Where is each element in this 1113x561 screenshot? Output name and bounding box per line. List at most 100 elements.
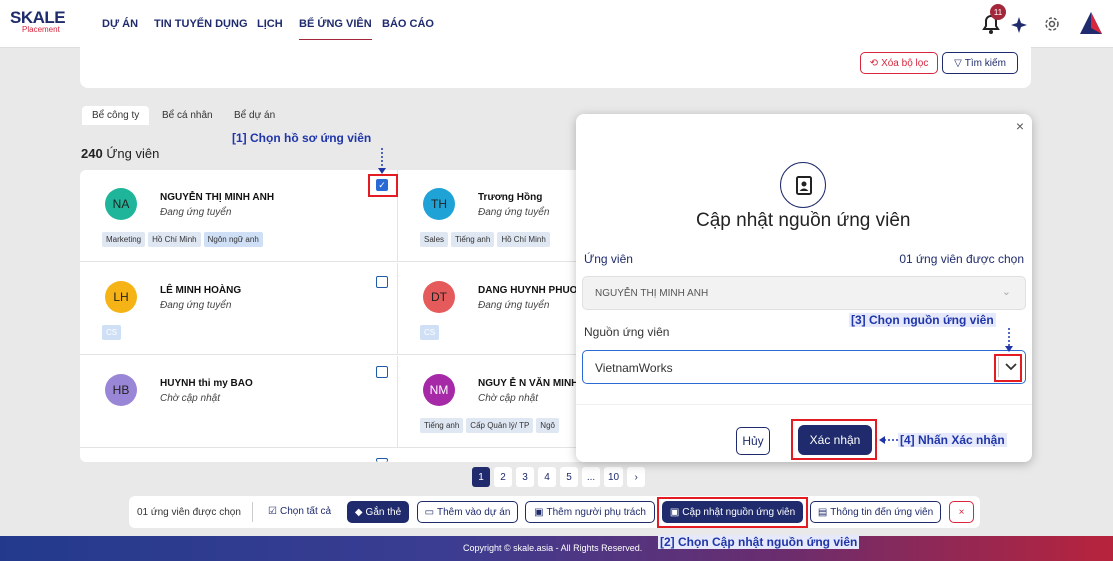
tag-list: Sales Tiếng anh Hồ Chí Minh — [420, 232, 550, 247]
page-4[interactable]: 4 — [538, 467, 556, 487]
chevron-down-icon: ⌄ — [1001, 286, 1011, 298]
annotation-step4: [4] Nhấn Xác nhận — [898, 433, 1007, 447]
annotation-arrow-step1 — [378, 148, 386, 174]
candidate-status: Đang ứng tuyển — [160, 300, 232, 311]
selected-count-text: 01 ứng viên được chọn — [137, 507, 241, 518]
source-select[interactable]: VietnamWorks — [582, 350, 1026, 384]
candidate-checkbox[interactable] — [376, 458, 388, 462]
candidate-info-label: Thông tin đến ứng viên — [830, 506, 934, 518]
update-source-modal: × Cập nhật nguồn ứng viên Ứng viên 01 ứn… — [576, 114, 1032, 462]
nav-tin-tuyen-dung[interactable]: TIN TUYỂN DỤNG — [154, 18, 248, 30]
avatar: HB — [105, 374, 137, 406]
close-icon[interactable]: × — [1016, 118, 1024, 134]
candidate-status: Đang ứng tuyển — [478, 300, 550, 311]
annotation-step3: [3] Chọn nguồn ứng viên — [849, 313, 996, 327]
pagination: 1 2 3 4 5 ... 10 › — [472, 467, 646, 487]
tab-be-cong-ty[interactable]: Bể công ty — [82, 106, 150, 125]
annotation-step1: [1] Chọn hồ sơ ứng viên — [232, 131, 372, 145]
nav-be-ung-vien[interactable]: BỂ ỨNG VIÊN — [299, 18, 372, 41]
candidate-card[interactable]: HB HUYNH thi my BAO Chờ cập nhật — [80, 356, 398, 448]
next-page-button[interactable]: › — [627, 467, 646, 487]
add-to-project-button[interactable]: ▭ Thêm vào dự án — [417, 501, 518, 523]
candidate-card[interactable]: NM NGUY Ễ N VĂN MINH Chờ cập nhật Tiếng … — [398, 356, 578, 448]
filter-icon: ▽ — [954, 57, 962, 69]
page-5[interactable]: 5 — [560, 467, 578, 487]
candidate-name: NGUY Ễ N VĂN MINH — [478, 378, 579, 389]
candidate-name: HUYNH thi my BAO — [160, 378, 253, 389]
cancel-button[interactable]: Hủy — [736, 427, 770, 455]
tab-be-ca-nhan[interactable]: Bể cá nhân — [162, 110, 213, 121]
tag: Cấp Quản lý/ TP — [466, 418, 534, 433]
candidate-status: Chờ cập nhật — [478, 393, 538, 404]
avatar: NA — [105, 188, 137, 220]
highlight-box-step2 — [657, 497, 808, 528]
clear-filter-button[interactable]: ⟲ Xóa bộ lọc — [860, 52, 938, 74]
tag: Tiếng anh — [420, 418, 464, 433]
annotation-arrow-step3 — [1005, 328, 1013, 352]
candidate-card[interactable]: DT DANG HUYNH PHUOM Đang ứng tuyển CS — [398, 263, 586, 355]
candidate-select-value: NGUYỄN THỊ MINH ANH — [595, 288, 709, 299]
divider — [252, 502, 253, 522]
nav-bao-cao[interactable]: BÁO CÁO — [382, 18, 434, 30]
close-actionbar-button[interactable]: × — [949, 501, 974, 523]
person-icon: ▣ — [534, 506, 544, 518]
candidate-select: NGUYỄN THỊ MINH ANH ⌄ — [582, 276, 1026, 310]
select-all-label: Chọn tất cả — [279, 506, 332, 517]
candidate-name: Trương Hồng — [478, 192, 543, 203]
tag: Hồ Chí Minh — [497, 232, 550, 247]
tag: Marketing — [102, 232, 146, 247]
nav-lich[interactable]: LỊCH — [257, 18, 283, 30]
tag: Ngôn ngữ anh — [203, 232, 263, 247]
skale-logo[interactable]: SKALE Placement — [10, 8, 70, 40]
tag-list: Tiếng anh Cấp Quản lý/ TP Ngô — [420, 418, 559, 433]
tab-be-du-an[interactable]: Bể dự án — [234, 110, 275, 121]
add-owner-button[interactable]: ▣ Thêm người phụ trách — [525, 501, 655, 523]
candidate-name: NGUYỄN THỊ MINH ANH — [160, 192, 275, 203]
annotation-step2: [2] Chọn Cập nhật nguồn ứng viên — [658, 535, 860, 549]
add-to-project-label: Thêm vào dự án — [437, 506, 511, 518]
copyright-text: Copyright © skale.asia - All Rights Rese… — [463, 543, 643, 553]
candidate-card[interactable]: LH LÊ MINH HOÀNG Đang ứng tuyển CS — [80, 263, 398, 355]
tag: Hồ Chí Minh — [148, 232, 201, 247]
nav-du-an[interactable]: DỰ ÁN — [102, 18, 138, 30]
candidate-card[interactable]: TH Trương Hồng Đang ứng tuyển Sales Tiến… — [398, 170, 578, 262]
highlight-box-step1 — [368, 174, 398, 197]
tag: Sales — [420, 232, 449, 247]
clear-filter-label: Xóa bộ lọc — [881, 57, 929, 69]
page-10[interactable]: 10 — [604, 467, 624, 487]
tag-button[interactable]: ◆ Gắn thẻ — [347, 501, 409, 523]
avatar: TH — [423, 188, 455, 220]
avatar: LH — [105, 281, 137, 313]
page-ellipsis: ... — [582, 467, 600, 487]
source-select-value: VietnamWorks — [595, 361, 673, 375]
search-button[interactable]: ▽ Tìm kiếm — [942, 52, 1018, 74]
candidate-count-number: 240 — [81, 146, 103, 161]
candidate-name: DANG HUYNH PHUOM — [478, 285, 586, 296]
page-1[interactable]: 1 — [472, 467, 490, 487]
tag: Ngô — [536, 418, 559, 433]
page-2[interactable]: 2 — [494, 467, 512, 487]
add-owner-label: Thêm người phụ trách — [546, 506, 646, 518]
avatar: NM — [423, 374, 455, 406]
tag-icon: ◆ — [354, 506, 363, 518]
document-icon: ▤ — [817, 506, 828, 518]
candidate-checkbox[interactable] — [376, 276, 388, 288]
candidate-selected-count: 01 ứng viên được chọn — [899, 252, 1024, 266]
user-avatar-icon[interactable] — [1078, 10, 1104, 36]
select-all-button[interactable]: ☑ Chọn tất cả — [268, 506, 331, 517]
notification-badge: 11 — [990, 4, 1006, 20]
candidate-card[interactable]: NA NGUYỄN THỊ MINH ANH Đang ứng tuyển Ma… — [80, 170, 398, 262]
highlight-box-step3 — [994, 354, 1022, 382]
tag-list: Marketing Hồ Chí Minh Ngôn ngữ anh — [102, 232, 263, 247]
source-field-label: Nguồn ứng viên — [584, 325, 670, 339]
sparkle-icon[interactable] — [1010, 16, 1028, 34]
folder-icon: ▭ — [424, 506, 435, 518]
avatar: DT — [423, 281, 455, 313]
candidate-info-button[interactable]: ▤ Thông tin đến ứng viên — [810, 501, 941, 523]
page-3[interactable]: 3 — [516, 467, 534, 487]
candidate-checkbox[interactable] — [376, 366, 388, 378]
search-label: Tìm kiếm — [964, 57, 1006, 69]
candidate-status: Đang ứng tuyển — [160, 207, 232, 218]
candidate-field-label: Ứng viên — [584, 252, 633, 266]
gear-icon[interactable] — [1043, 15, 1061, 33]
